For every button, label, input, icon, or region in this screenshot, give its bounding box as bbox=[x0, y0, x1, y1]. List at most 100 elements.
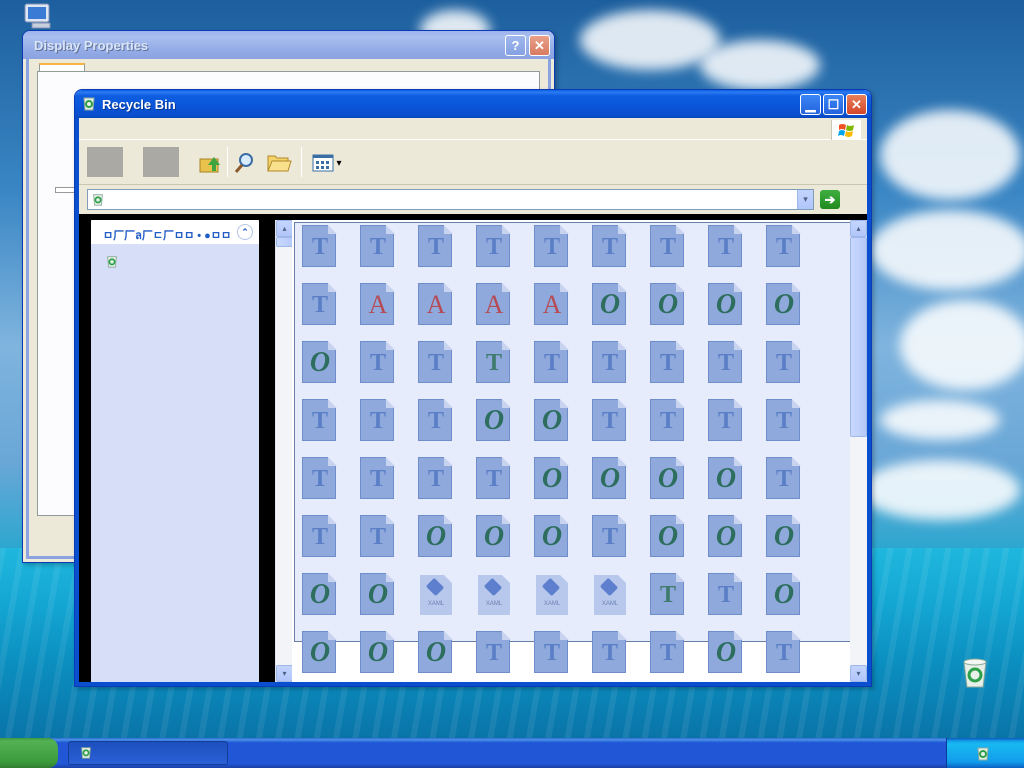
file-item[interactable]: O bbox=[532, 513, 590, 571]
file-item[interactable]: T bbox=[590, 397, 648, 455]
file-item[interactable]: T bbox=[474, 339, 532, 397]
file-item[interactable]: XAML bbox=[416, 571, 474, 629]
file-item[interactable]: A bbox=[474, 281, 532, 339]
scroll-up-button[interactable]: ▴ bbox=[276, 220, 293, 237]
file-item[interactable]: T bbox=[300, 513, 358, 571]
file-item[interactable]: A bbox=[416, 281, 474, 339]
taskbar-button-recycle-bin[interactable] bbox=[68, 741, 228, 765]
file-item[interactable]: T bbox=[416, 223, 474, 281]
task-pane-heading[interactable]: ㅁ厂厂ล厂ㄷ厂ㅁㅁ • ●ㅁㅁ ⌃ bbox=[91, 220, 259, 244]
go-button[interactable]: ➔ bbox=[820, 190, 840, 209]
network-icon[interactable] bbox=[975, 745, 991, 764]
file-item[interactable]: O bbox=[706, 513, 764, 571]
search-button[interactable] bbox=[231, 149, 259, 177]
file-item[interactable]: O bbox=[358, 629, 416, 682]
file-item[interactable]: O bbox=[764, 513, 822, 571]
file-item[interactable]: T bbox=[300, 281, 358, 339]
file-item[interactable]: O bbox=[532, 455, 590, 513]
file-item[interactable]: T bbox=[764, 455, 822, 513]
file-item[interactable]: T bbox=[764, 397, 822, 455]
file-item[interactable]: T bbox=[358, 339, 416, 397]
file-item[interactable]: T bbox=[300, 455, 358, 513]
file-item[interactable]: T bbox=[764, 339, 822, 397]
scroll-thumb[interactable] bbox=[850, 237, 867, 437]
file-item[interactable]: T bbox=[706, 223, 764, 281]
help-button[interactable]: ? bbox=[505, 35, 526, 56]
file-item[interactable]: O bbox=[706, 281, 764, 339]
file-item[interactable]: O bbox=[648, 281, 706, 339]
file-item[interactable]: O bbox=[532, 397, 590, 455]
close-button[interactable]: ✕ bbox=[529, 35, 550, 56]
file-item[interactable]: T bbox=[474, 455, 532, 513]
file-item[interactable]: O bbox=[648, 455, 706, 513]
file-item[interactable]: O bbox=[764, 571, 822, 629]
file-item[interactable]: T bbox=[300, 397, 358, 455]
address-input[interactable]: ▾ bbox=[87, 189, 814, 210]
file-item[interactable]: O bbox=[706, 455, 764, 513]
file-item[interactable]: T bbox=[590, 513, 648, 571]
file-list-scrollbar[interactable]: ▴ ▾ bbox=[850, 220, 867, 682]
file-item[interactable]: T bbox=[590, 629, 648, 682]
recycle-bin-window[interactable]: Recycle Bin ▁ ☐ ✕ ▾ ▾ ➔ ㅁ厂厂ล厂ㄷ厂ㅁㅁ • ●ㅁㅁ … bbox=[74, 89, 872, 687]
file-item[interactable]: T bbox=[648, 339, 706, 397]
start-button[interactable] bbox=[0, 738, 58, 768]
file-item[interactable]: T bbox=[474, 629, 532, 682]
file-item[interactable]: T bbox=[358, 397, 416, 455]
display-properties-titlebar[interactable]: Display Properties ? ✕ bbox=[23, 31, 554, 59]
file-item[interactable]: A bbox=[532, 281, 590, 339]
task-pane-scrollbar[interactable]: ▴ ▾ bbox=[275, 220, 293, 682]
file-item[interactable]: T bbox=[416, 455, 474, 513]
file-item[interactable]: T bbox=[648, 223, 706, 281]
file-item[interactable]: O bbox=[416, 513, 474, 571]
file-item[interactable]: T bbox=[706, 397, 764, 455]
recycle-bin-icon[interactable] bbox=[958, 656, 990, 688]
scroll-down-button[interactable]: ▾ bbox=[276, 665, 293, 682]
close-button[interactable]: ✕ bbox=[846, 94, 867, 115]
file-item[interactable]: O bbox=[300, 571, 358, 629]
recycle-bin-icon[interactable] bbox=[105, 254, 119, 271]
forward-button[interactable] bbox=[143, 147, 179, 177]
file-item[interactable]: XAML bbox=[532, 571, 590, 629]
back-button[interactable] bbox=[87, 147, 123, 177]
file-item[interactable]: T bbox=[764, 223, 822, 281]
file-item[interactable]: T bbox=[590, 339, 648, 397]
file-item[interactable]: T bbox=[648, 629, 706, 682]
file-item[interactable]: T bbox=[532, 223, 590, 281]
file-item[interactable]: T bbox=[648, 397, 706, 455]
file-item[interactable]: O bbox=[706, 629, 764, 682]
file-item[interactable]: O bbox=[474, 513, 532, 571]
file-item[interactable]: XAML bbox=[474, 571, 532, 629]
file-item[interactable]: T bbox=[532, 629, 590, 682]
file-item[interactable]: T bbox=[416, 339, 474, 397]
scroll-up-button[interactable]: ▴ bbox=[850, 220, 867, 237]
file-item[interactable]: O bbox=[416, 629, 474, 682]
file-item[interactable]: O bbox=[300, 629, 358, 682]
file-item[interactable]: T bbox=[764, 629, 822, 682]
file-item[interactable]: T bbox=[648, 571, 706, 629]
recycle-bin-titlebar[interactable]: Recycle Bin ▁ ☐ ✕ bbox=[75, 90, 871, 118]
file-item[interactable]: O bbox=[358, 571, 416, 629]
file-item[interactable]: T bbox=[532, 339, 590, 397]
file-list[interactable]: TTTTTTTTTTAAAAOOOOOTTTTTTTTTTTOOTTTTTTTT… bbox=[292, 220, 850, 682]
file-item[interactable]: T bbox=[300, 223, 358, 281]
file-item[interactable]: T bbox=[358, 223, 416, 281]
file-item[interactable]: T bbox=[358, 513, 416, 571]
file-item[interactable]: O bbox=[590, 281, 648, 339]
scroll-down-button[interactable]: ▾ bbox=[850, 665, 867, 682]
file-item[interactable]: T bbox=[590, 223, 648, 281]
file-item[interactable]: O bbox=[764, 281, 822, 339]
collapse-button[interactable]: ⌃ bbox=[237, 224, 253, 240]
file-item[interactable]: T bbox=[706, 571, 764, 629]
file-item[interactable]: T bbox=[416, 397, 474, 455]
maximize-button[interactable]: ☐ bbox=[823, 94, 844, 115]
minimize-button[interactable]: ▁ bbox=[800, 94, 821, 115]
file-item[interactable]: XAML bbox=[590, 571, 648, 629]
file-item[interactable]: A bbox=[358, 281, 416, 339]
file-item[interactable]: O bbox=[648, 513, 706, 571]
scroll-thumb[interactable] bbox=[276, 237, 293, 247]
address-dropdown-button[interactable]: ▾ bbox=[797, 190, 813, 209]
file-item[interactable]: O bbox=[590, 455, 648, 513]
folders-button[interactable] bbox=[265, 149, 293, 177]
file-item[interactable]: T bbox=[474, 223, 532, 281]
file-item[interactable]: T bbox=[358, 455, 416, 513]
